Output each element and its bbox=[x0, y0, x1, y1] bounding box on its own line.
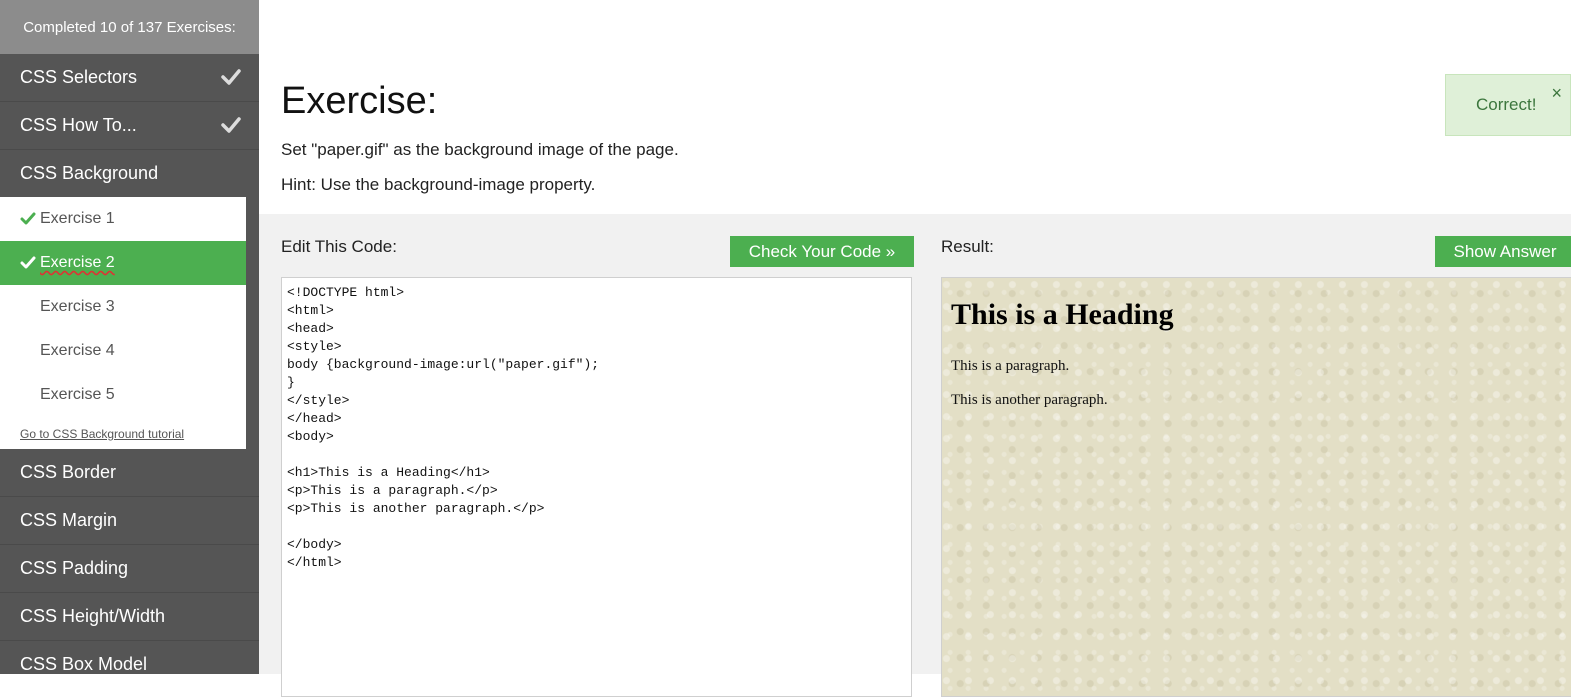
preview-paragraph: This is a paragraph. bbox=[951, 358, 1070, 374]
sidebar-item-label: CSS Box Model bbox=[20, 654, 148, 674]
exercise-label: Exercise 3 bbox=[40, 298, 115, 315]
check-icon bbox=[20, 256, 36, 269]
exercise-item-3[interactable]: Exercise 3 bbox=[0, 285, 246, 329]
code-editor[interactable]: <!DOCTYPE html> <html> <head> <style> bo… bbox=[281, 277, 912, 697]
sidebar-item-label: CSS Border bbox=[20, 462, 117, 482]
exercise-label: Exercise 4 bbox=[40, 342, 115, 359]
result-label: Result: bbox=[941, 237, 994, 256]
sidebar-item-label: CSS Background bbox=[20, 163, 159, 183]
sidebar-item-css-background[interactable]: CSS Background bbox=[0, 150, 259, 197]
progress-text: Completed 10 of 137 Exercises: bbox=[23, 18, 236, 36]
sidebar-item-css-padding[interactable]: CSS Padding bbox=[0, 545, 259, 593]
exercise-instruction: Set "paper.gif" as the background image … bbox=[281, 140, 679, 159]
editor-label: Edit This Code: bbox=[281, 237, 397, 256]
alert-text: Correct! bbox=[1476, 95, 1537, 114]
preview-heading: This is a Heading bbox=[951, 298, 1174, 331]
sidebar-item-css-selectors[interactable]: CSS Selectors bbox=[0, 54, 259, 102]
exercise-label: Exercise 5 bbox=[40, 386, 115, 403]
page-title: Exercise: bbox=[281, 80, 438, 122]
exercise-list: Exercise 1 Exercise 2 Exercise 3 Exercis… bbox=[0, 197, 246, 449]
exercise-hint: Hint: Use the background-image property. bbox=[281, 175, 596, 194]
check-code-button[interactable]: Check Your Code » bbox=[730, 236, 914, 267]
sidebar-item-label: CSS How To... bbox=[20, 115, 137, 135]
sidebar-item-label: CSS Margin bbox=[20, 510, 118, 530]
sidebar-item-css-box-model[interactable]: CSS Box Model bbox=[0, 641, 259, 674]
result-preview: This is a Heading This is a paragraph. T… bbox=[941, 277, 1571, 697]
exercise-label: Exercise 1 bbox=[40, 210, 115, 227]
check-icon bbox=[20, 212, 36, 225]
exercise-item-4[interactable]: Exercise 4 bbox=[0, 329, 246, 373]
tutorial-link[interactable]: Go to CSS Background tutorial bbox=[0, 427, 246, 441]
workspace: Edit This Code: Check Your Code » <!DOCT… bbox=[259, 214, 1571, 697]
correct-alert: Correct! × bbox=[1445, 74, 1571, 136]
sidebar-item-css-height-width[interactable]: CSS Height/Width bbox=[0, 593, 259, 641]
sidebar-item-css-margin[interactable]: CSS Margin bbox=[0, 497, 259, 545]
close-icon[interactable]: × bbox=[1551, 83, 1562, 104]
sidebar-item-css-how-to[interactable]: CSS How To... bbox=[0, 102, 259, 150]
sidebar-item-label: CSS Padding bbox=[20, 558, 129, 578]
exercise-item-2[interactable]: Exercise 2 bbox=[0, 241, 246, 285]
preview-paragraph: This is another paragraph. bbox=[951, 392, 1108, 408]
exercise-label: Exercise 2 bbox=[40, 254, 115, 271]
check-icon bbox=[221, 117, 241, 133]
sidebar: Completed 10 of 137 Exercises: CSS Selec… bbox=[0, 0, 259, 674]
sidebar-item-css-border[interactable]: CSS Border bbox=[0, 449, 259, 497]
show-answer-button[interactable]: Show Answer bbox=[1435, 236, 1571, 267]
check-icon bbox=[221, 69, 241, 85]
exercise-item-5[interactable]: Exercise 5 bbox=[0, 373, 246, 417]
exercise-item-1[interactable]: Exercise 1 bbox=[0, 197, 246, 241]
main-content: Exercise: Set "paper.gif" as the backgro… bbox=[259, 0, 1571, 697]
progress-header: Completed 10 of 137 Exercises: bbox=[0, 0, 259, 54]
sidebar-item-label: CSS Selectors bbox=[20, 67, 138, 87]
sidebar-item-label: CSS Height/Width bbox=[20, 606, 166, 626]
